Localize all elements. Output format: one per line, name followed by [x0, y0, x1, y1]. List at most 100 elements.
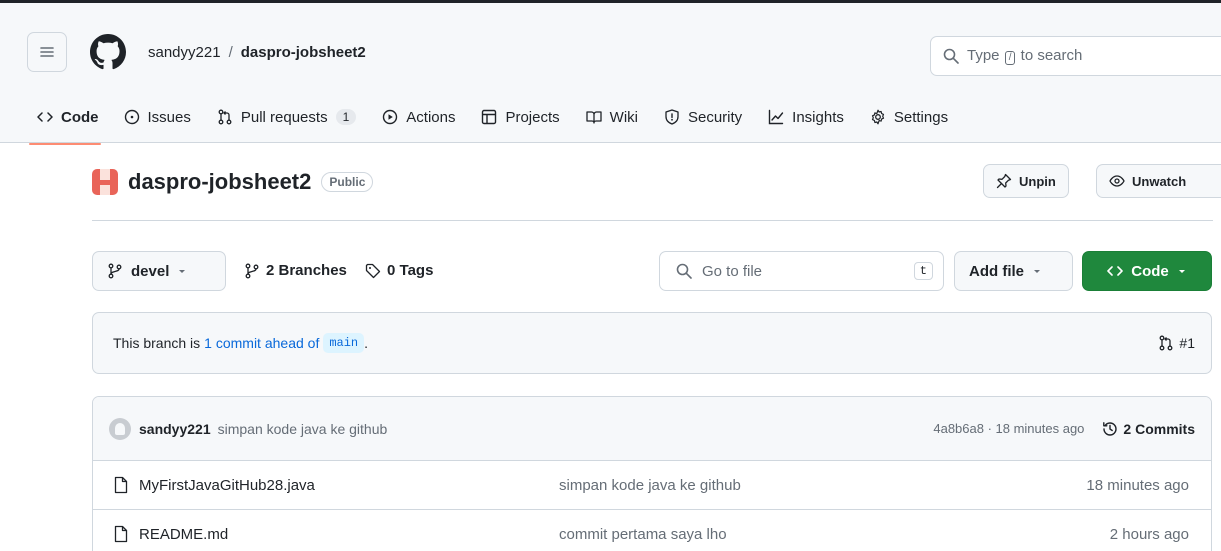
file-row[interactable]: README.md commit pertama saya lho 2 hour…: [93, 510, 1211, 551]
unpin-button[interactable]: Unpin: [983, 164, 1069, 198]
code-icon: [37, 112, 53, 122]
file-browser: sandyy221 simpan kode java ke github 4a8…: [92, 396, 1212, 551]
gear-icon: [871, 109, 884, 125]
tab-actions[interactable]: Actions: [369, 91, 468, 143]
file-name[interactable]: README.md: [139, 526, 228, 543]
tab-security-label: Security: [687, 108, 743, 126]
notice-suffix: .: [364, 335, 369, 351]
unpin-label: Unpin: [1019, 173, 1056, 189]
github-logo-icon[interactable]: [90, 34, 126, 70]
tab-settings[interactable]: Settings: [857, 91, 961, 143]
file-commit-message[interactable]: simpan kode java ke github: [559, 477, 741, 494]
unwatch-button[interactable]: Unwatch: [1096, 164, 1221, 198]
latest-commit-row: sandyy221 simpan kode java ke github 4a8…: [93, 397, 1211, 461]
file-commit-message[interactable]: commit pertama saya lho: [559, 526, 727, 543]
file-row[interactable]: MyFirstJavaGitHub28.java simpan kode jav…: [93, 461, 1211, 510]
branch-icon: [245, 263, 259, 278]
book-icon: [586, 111, 602, 124]
pull-requests-count: 1: [335, 109, 357, 125]
code-button-label: Code: [1131, 262, 1169, 280]
breadcrumb-separator: /: [228, 44, 233, 61]
eye-icon: [1109, 175, 1125, 187]
pin-icon: [996, 173, 1012, 189]
go-to-file-shortcut: t: [913, 262, 933, 280]
branch-select-button[interactable]: devel: [92, 251, 226, 291]
breadcrumb-owner[interactable]: sandyy221: [148, 44, 221, 61]
go-to-file-input[interactable]: Go to file t: [659, 251, 944, 291]
search-icon: [943, 48, 959, 64]
shield-icon: [665, 109, 679, 125]
global-search-input[interactable]: Type / to search: [930, 36, 1221, 76]
tag-icon: [365, 263, 381, 278]
repo-name[interactable]: daspro-jobsheet2: [128, 169, 311, 195]
graph-icon: [768, 109, 784, 125]
title-divider: [92, 220, 1213, 221]
search-icon: [676, 263, 692, 279]
tab-code[interactable]: Code: [0, 91, 111, 145]
tab-settings-label: Settings: [893, 108, 949, 126]
tab-code-label: Code: [61, 108, 99, 126]
breadcrumb-repo[interactable]: daspro-jobsheet2: [241, 44, 366, 61]
repo-title: daspro-jobsheet2 Public: [92, 169, 374, 195]
add-file-button[interactable]: Add file: [954, 251, 1073, 291]
tab-wiki[interactable]: Wiki: [573, 91, 651, 143]
chevron-down-icon: [1178, 270, 1185, 273]
history-icon: [1103, 421, 1118, 436]
tab-projects[interactable]: Projects: [468, 91, 572, 143]
commit-meta: 4a8b6a8 · 18 minutes ago 2 Commits: [933, 421, 1195, 437]
code-icon: [1107, 266, 1124, 276]
search-placeholder: Type / to search: [967, 47, 1083, 65]
tab-issues[interactable]: Issues: [111, 91, 204, 143]
search-shortcut-key: /: [1004, 51, 1016, 65]
commit-message[interactable]: simpan kode java ke github: [218, 421, 388, 437]
branches-count: 2: [266, 262, 275, 279]
pull-request-icon: [1159, 335, 1173, 351]
repo-header: sandyy221 / daspro-jobsheet2 Type / to s…: [0, 3, 1221, 145]
chevron-down-icon: [1034, 270, 1040, 273]
file-name[interactable]: MyFirstJavaGitHub28.java: [139, 477, 315, 494]
unwatch-label: Unwatch: [1132, 173, 1187, 189]
commit-hash-time[interactable]: 4a8b6a8 · 18 minutes ago: [933, 421, 1084, 436]
code-button[interactable]: Code: [1082, 251, 1212, 291]
file-commit-date: 2 hours ago: [1109, 525, 1189, 543]
go-to-file-placeholder: Go to file: [702, 262, 763, 280]
commits-ahead-link[interactable]: 1 commit ahead of: [204, 335, 319, 351]
tab-security[interactable]: Security: [651, 91, 755, 143]
chevron-down-icon: [179, 270, 186, 273]
commit-author[interactable]: sandyy221: [139, 421, 211, 437]
pull-request-icon: [218, 109, 232, 125]
file-icon: [114, 476, 128, 494]
file-commit-date: 18 minutes ago: [1086, 476, 1189, 494]
base-branch-link[interactable]: main: [323, 333, 365, 353]
tab-pull-requests[interactable]: Pull requests 1: [204, 91, 369, 143]
commits-count-label: 2 Commits: [1123, 420, 1195, 437]
add-file-label: Add file: [969, 262, 1024, 280]
tab-issues-label: Issues: [147, 108, 191, 126]
tags-label: Tags: [399, 262, 434, 279]
branch-comparison-notice: This branch is 1 commit ahead of main . …: [92, 312, 1212, 374]
tab-wiki-label: Wiki: [609, 108, 638, 126]
visibility-badge: Public: [321, 172, 374, 192]
repo-tabs: Code Issues Pull requests 1 Actions Proj…: [0, 91, 961, 145]
branches-label: Branches: [278, 262, 347, 279]
tab-projects-label: Projects: [505, 108, 560, 126]
repo-owner-avatar[interactable]: [92, 169, 118, 195]
breadcrumb: sandyy221 / daspro-jobsheet2: [148, 44, 366, 61]
play-icon: [383, 109, 398, 125]
menu-button[interactable]: [27, 32, 67, 72]
branch-icon: [108, 263, 122, 279]
hamburger-icon: [40, 47, 54, 57]
tab-pull-requests-label: Pull requests: [240, 108, 328, 126]
tags-count: 0: [387, 262, 396, 279]
current-branch: devel: [131, 262, 170, 280]
notice-prefix: This branch is: [113, 335, 201, 351]
file-icon: [114, 525, 128, 543]
tags-link[interactable]: 0 Tags: [365, 262, 433, 279]
tab-actions-label: Actions: [406, 108, 456, 126]
tab-insights[interactable]: Insights: [755, 91, 857, 143]
tab-insights-label: Insights: [792, 108, 844, 126]
branches-link[interactable]: 2 Branches: [244, 262, 347, 279]
pull-request-link[interactable]: #1: [1158, 335, 1195, 351]
commits-history-link[interactable]: 2 Commits: [1102, 421, 1195, 437]
commit-author-avatar[interactable]: [109, 417, 131, 440]
